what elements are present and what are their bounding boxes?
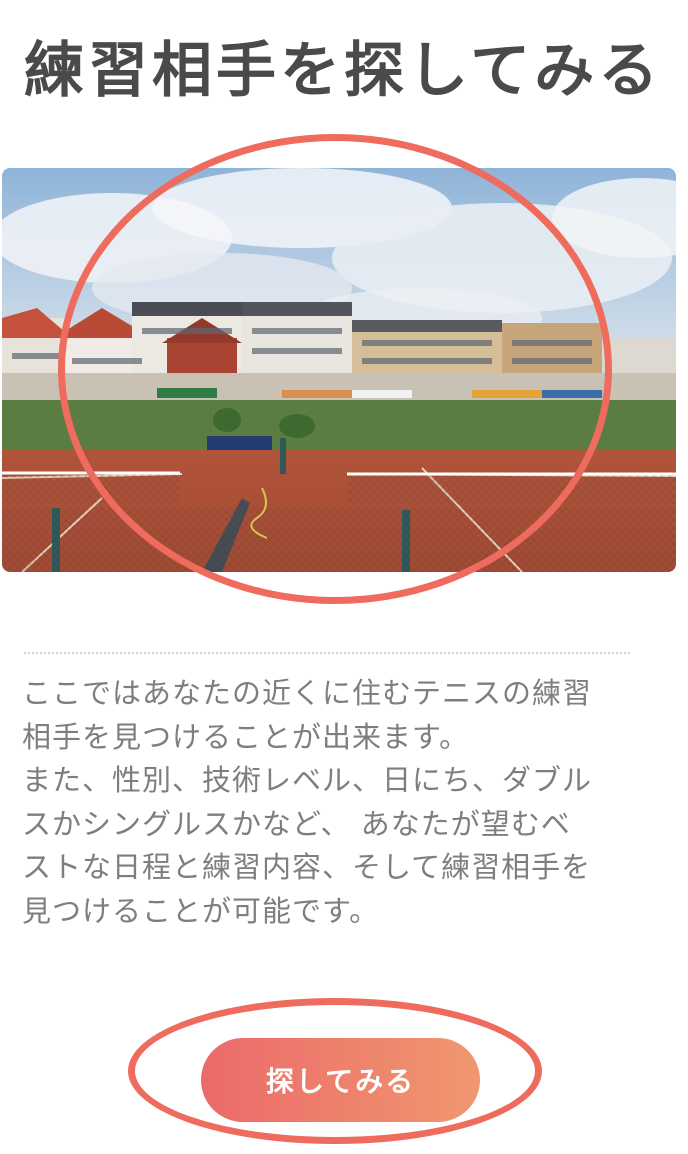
description-line: スかシングルスかなど、 あなたが望むベ (22, 806, 571, 841)
search-button[interactable]: 探してみる (201, 1038, 480, 1122)
description-line: ここではあなたの近くに住むテニスの練習 (22, 676, 593, 710)
description-line: 見つけることが可能です。 (22, 893, 380, 928)
divider (24, 652, 630, 654)
description-line: ストな日程と練習内容、そして練習相手を (22, 850, 592, 885)
page-title: 練習相手を探してみる (24, 36, 663, 106)
description-line: また、性別、技術レベル、日にち、ダブル (22, 763, 593, 798)
page: 練習相手を探してみる ここではあなたの近くに住むテニスの練習 相手を見つけること… (0, 0, 688, 1154)
description-text: ここではあなたの近くに住むテニスの練習 相手を見つけることが出来ます。 また、性… (22, 672, 632, 934)
description-line: 相手を見つけることが出来ます。 (22, 719, 470, 754)
tennis-court-photo (2, 168, 676, 572)
